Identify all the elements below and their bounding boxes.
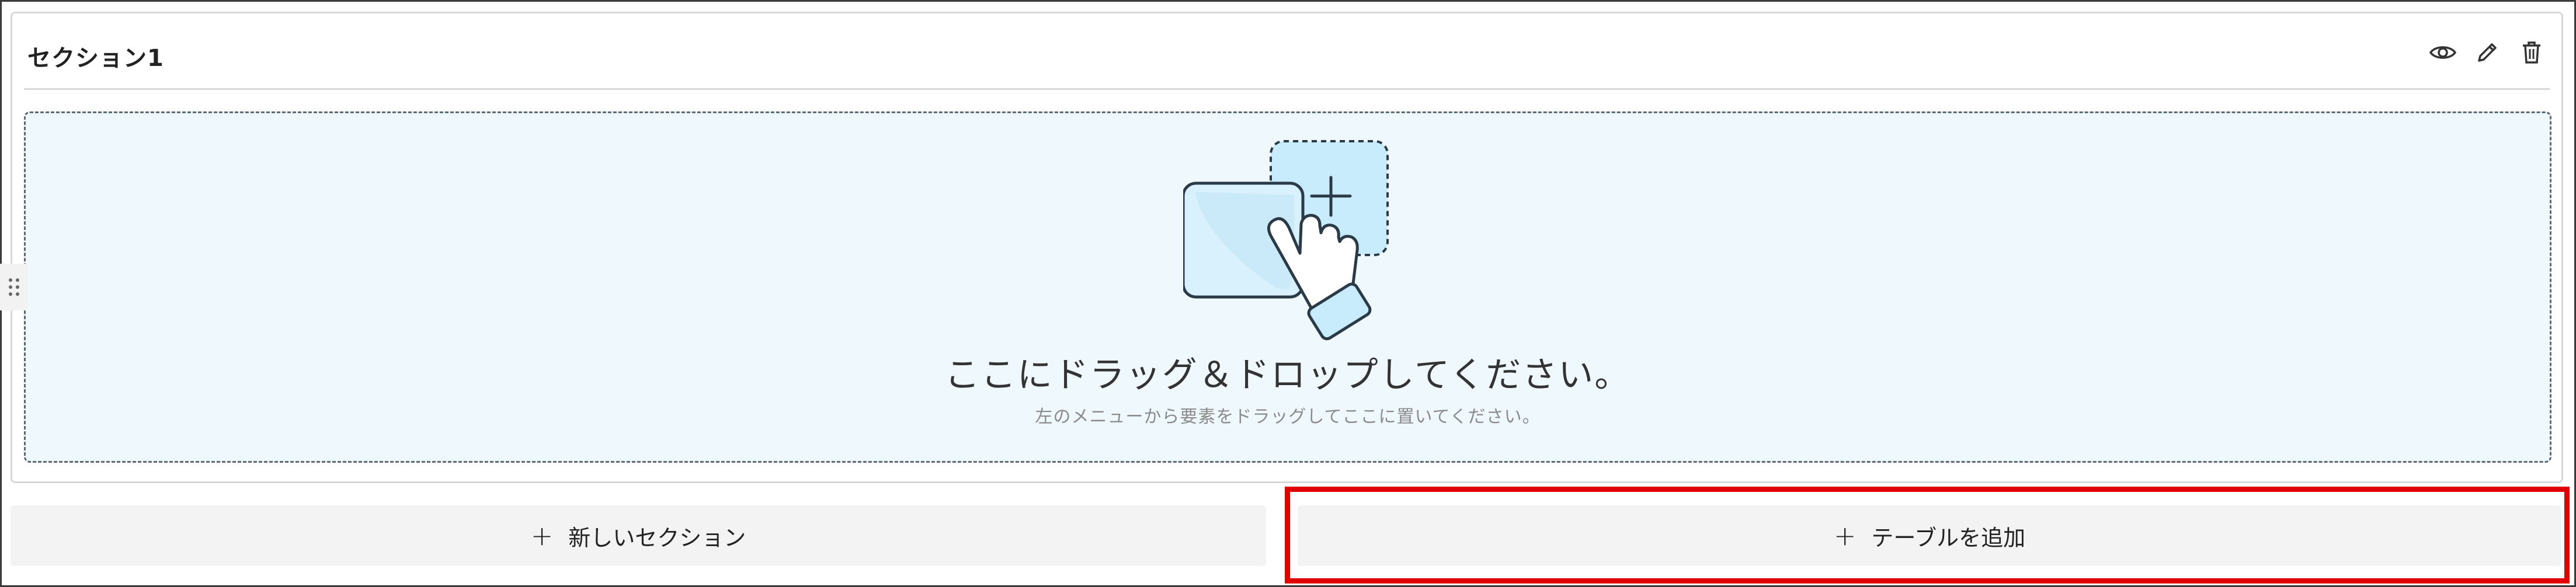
eye-icon[interactable] [2428, 38, 2457, 67]
add-table-label: テーブルを追加 [1871, 525, 2026, 551]
section-header: セクション1 [12, 13, 2561, 89]
new-section-label: 新しいセクション [568, 525, 746, 551]
pencil-icon[interactable] [2473, 38, 2502, 67]
section-title: セクション1 [27, 45, 164, 72]
trash-icon[interactable] [2517, 38, 2546, 67]
drag-drop-illustration-icon [1181, 137, 1393, 352]
section-card: セクション1 ここにドラッグ＆ドロップしてください。 左のメニューから要素をドラ… [11, 12, 2563, 483]
drop-zone[interactable]: ここにドラッグ＆ドロップしてください。 左のメニューから要素をドラッグしてここに… [24, 111, 2551, 463]
drag-handle-icon[interactable] [0, 264, 28, 310]
add-table-button[interactable]: + テーブルを追加 [1298, 505, 2561, 566]
header-divider [24, 88, 2550, 90]
section-actions [2428, 38, 2546, 67]
drop-zone-title: ここにドラッグ＆ドロップしてください。 [944, 355, 1631, 396]
plus-icon: + [530, 520, 554, 551]
plus-icon: + [1833, 520, 1857, 551]
drop-zone-hint: 左のメニューから要素をドラッグしてここに置いてください。 [1035, 407, 1541, 427]
new-section-button[interactable]: + 新しいセクション [11, 505, 1266, 566]
